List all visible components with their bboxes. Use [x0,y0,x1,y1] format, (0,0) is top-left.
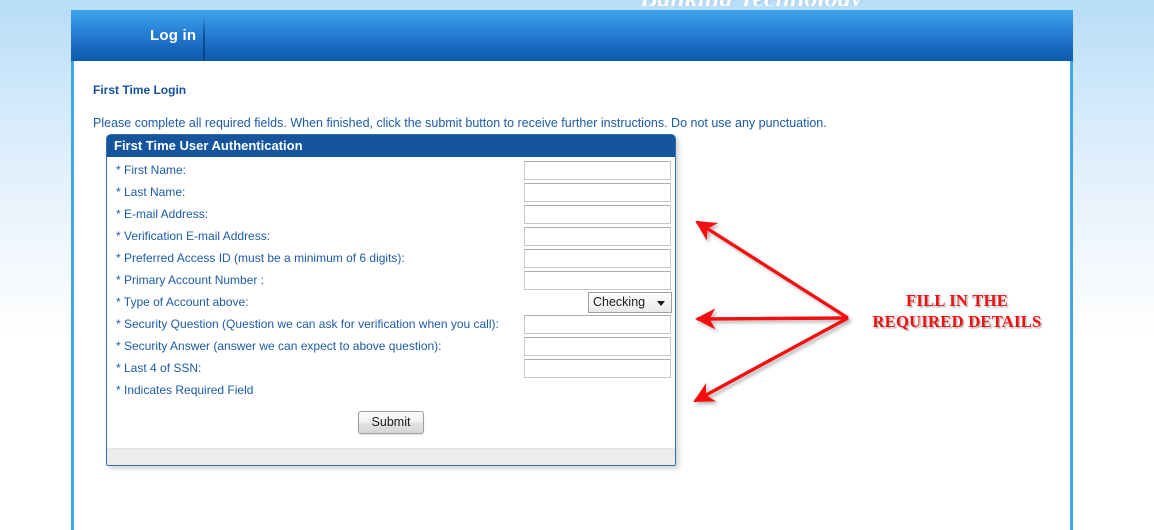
masthead-clipped-title: Banking Technology [640,0,1070,6]
required-field-note: * Indicates Required Field [116,383,254,397]
panel-header: First Time User Authentication [107,135,675,157]
type-of-account-select[interactable]: Checking [588,292,672,313]
primary-account-number-input[interactable] [524,271,671,290]
annotation-caption: FILL IN THE REQUIRED DETAILS [852,290,1062,332]
label-email-address: * E-mail Address: [116,207,209,221]
label-last-4-ssn: * Last 4 of SSN: [116,361,202,375]
first-name-input[interactable] [524,161,671,180]
form-row-last-name: * Last Name: [107,183,675,205]
page-title: First Time Login [93,83,187,97]
label-primary-account-number: * Primary Account Number : [116,273,265,287]
chevron-down-icon [657,301,665,306]
label-preferred-access-id: * Preferred Access ID (must be a minimum… [116,251,405,265]
verification-email-address-input[interactable] [524,227,671,246]
masthead-title-text: Banking Technology [640,0,1070,6]
nav-divider [203,16,205,61]
first-time-user-authentication-panel: First Time User Authentication * First N… [106,134,676,466]
label-security-question: * Security Question (Question we can ask… [116,317,499,331]
page-instructions: Please complete all required fields. Whe… [93,116,827,130]
form-row-primary-account-number: * Primary Account Number : [107,271,675,293]
preferred-access-id-input[interactable] [524,249,671,268]
label-first-name: * First Name: [116,163,187,177]
label-verification-email-address: * Verification E-mail Address: [116,229,271,243]
form-row-security-answer: * Security Answer (answer we can expect … [107,337,675,359]
form-row-security-question: * Security Question (Question we can ask… [107,315,675,337]
annotation-caption-line2: REQUIRED DETAILS [872,312,1042,331]
last-4-ssn-input[interactable] [524,359,671,378]
panel-footer-strip [107,448,675,465]
form-row-required-note: * Indicates Required Field [107,381,675,405]
last-name-input[interactable] [524,183,671,202]
form-row-verification-email-address: * Verification E-mail Address: [107,227,675,249]
annotation-caption-line1: FILL IN THE [905,291,1009,310]
nav-tab-login[interactable]: Log in [132,10,214,61]
label-security-answer: * Security Answer (answer we can expect … [116,339,442,353]
submit-button[interactable]: Submit [357,411,425,434]
site-container: Log in First Time Login Please complete … [71,10,1073,530]
security-answer-input[interactable] [524,337,671,356]
security-question-input[interactable] [524,315,671,334]
email-address-input[interactable] [524,205,671,224]
label-last-name: * Last Name: [116,185,186,199]
label-type-of-account: * Type of Account above: [116,295,249,309]
form-row-email-address: * E-mail Address: [107,205,675,227]
form-row-first-name: * First Name: [107,161,675,183]
form-row-last-4-ssn: * Last 4 of SSN: [107,359,675,381]
type-of-account-selected-value: Checking [593,295,646,309]
top-navigation-bar: Log in [71,10,1073,61]
form-row-preferred-access-id: * Preferred Access ID (must be a minimum… [107,249,675,271]
submit-button-container: Submit [107,405,675,448]
form-row-type-of-account: * Type of Account above: Checking [107,292,675,315]
panel-body: * First Name: * Last Name: * E-mail Addr… [107,157,675,465]
